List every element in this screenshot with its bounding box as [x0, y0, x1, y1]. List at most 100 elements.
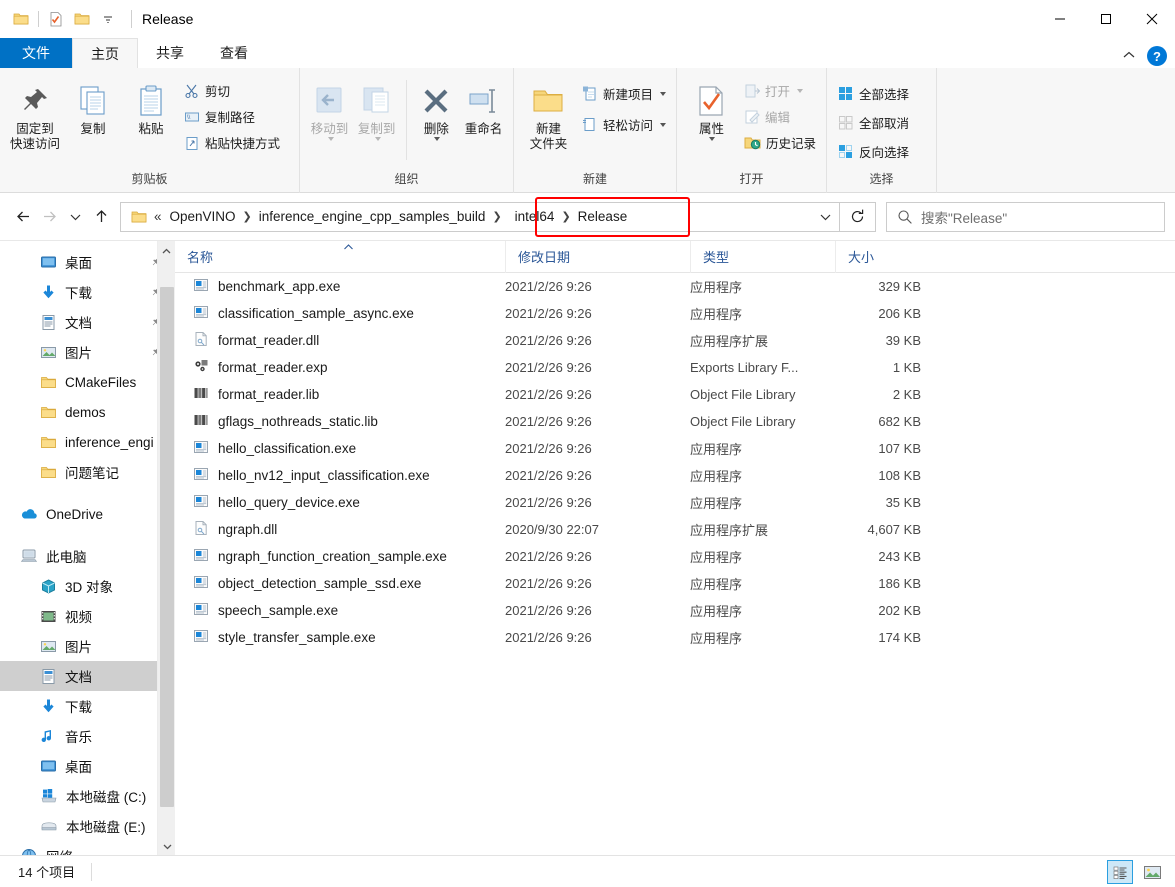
sidebar-item-downloads-pc[interactable]: 下载	[0, 691, 175, 721]
table-row[interactable]: hello_classification.exe 2021/2/26 9:26 应用…	[175, 435, 1175, 462]
sidebar-item-pictures[interactable]: 图片	[0, 337, 175, 367]
table-row[interactable]: hello_query_device.exe 2021/2/26 9:26 应用程序…	[175, 489, 1175, 516]
customize-dropdown-icon[interactable]	[95, 6, 121, 32]
copy-button[interactable]: 复制	[64, 72, 122, 137]
table-row[interactable]: format_reader.exp 2021/2/26 9:26 Exports L…	[175, 354, 1175, 381]
breadcrumb-item-samples-build[interactable]: inference_engine_cpp_samples_build	[255, 209, 490, 224]
file-name-cell[interactable]: benchmark_app.exe	[175, 277, 505, 296]
scrollbar-thumb[interactable]	[160, 287, 174, 807]
sidebar-item-desktop-pc[interactable]: 桌面	[0, 751, 175, 781]
file-name-cell[interactable]: format_reader.lib	[175, 385, 505, 404]
file-name-cell[interactable]: hello_query_device.exe	[175, 493, 505, 512]
recent-locations-button[interactable]	[62, 202, 88, 232]
folder-icon[interactable]	[8, 6, 34, 32]
search-input[interactable]: 搜索"Release"	[921, 207, 1007, 227]
properties-icon[interactable]	[43, 6, 69, 32]
table-row[interactable]: format_reader.lib 2021/2/26 9:26 Object Fi…	[175, 381, 1175, 408]
properties-dropdown-icon[interactable]	[709, 137, 716, 141]
open-button[interactable]: 打开	[740, 79, 820, 102]
sidebar-item-demos[interactable]: demos	[0, 397, 175, 427]
tab-file[interactable]: 文件	[0, 38, 72, 68]
delete-dropdown-icon[interactable]	[434, 137, 441, 141]
breadcrumb-bar[interactable]: « OpenVINO ❯ inference_engine_cpp_sample…	[120, 196, 840, 237]
select-all-button[interactable]: 全部选择	[833, 82, 913, 105]
column-header-name[interactable]: 名称	[175, 241, 505, 273]
sidebar-item-cmakefiles[interactable]: CMakeFiles	[0, 367, 175, 397]
new-item-dropdown-icon[interactable]	[660, 91, 666, 96]
file-name-cell[interactable]: ngraph_function_creation_sample.exe	[175, 547, 505, 566]
new-folder-button[interactable]: 新建 文件夹	[520, 72, 577, 152]
sidebar-item-local-disk-e[interactable]: 本地磁盘 (E:)	[0, 811, 175, 841]
sidebar-item-pictures-pc[interactable]: 图片	[0, 631, 175, 661]
maximize-button[interactable]	[1083, 0, 1129, 38]
cut-button[interactable]: 剪切	[180, 79, 284, 102]
copy-path-button[interactable]: \\ 复制路径	[180, 105, 284, 128]
history-button[interactable]: 历史记录	[740, 131, 820, 154]
navigation-scrollbar[interactable]	[157, 241, 175, 855]
table-row[interactable]: benchmark_app.exe 2021/2/26 9:26 应用程序 329 K…	[175, 273, 1175, 300]
paste-shortcut-button[interactable]: 粘贴快捷方式	[180, 131, 284, 154]
move-to-dropdown-icon[interactable]	[327, 137, 334, 141]
move-to-button[interactable]: 移动到	[306, 72, 353, 141]
sidebar-item-3d-objects[interactable]: 3D 对象	[0, 571, 175, 601]
sidebar-item-onedrive[interactable]: OneDrive	[0, 499, 175, 529]
collapse-ribbon-icon[interactable]	[1121, 47, 1137, 66]
sidebar-item-desktop[interactable]: 桌面	[0, 247, 175, 277]
column-header-type[interactable]: 类型	[690, 240, 835, 273]
scroll-down-icon[interactable]	[158, 836, 175, 855]
table-row[interactable]: classification_sample_async.exe 2021/2/26…	[175, 300, 1175, 327]
breadcrumb-overflow[interactable]: «	[147, 209, 166, 224]
file-name-cell[interactable]: format_reader.exp	[175, 358, 505, 377]
open-dropdown-icon[interactable]	[797, 88, 803, 93]
column-header-size[interactable]: 大小	[835, 240, 935, 273]
copy-to-dropdown-icon[interactable]	[374, 137, 381, 141]
forward-button[interactable]	[36, 202, 62, 232]
edit-button[interactable]: 编辑	[740, 105, 820, 128]
refresh-button[interactable]	[840, 201, 876, 232]
table-row[interactable]: style_transfer_sample.exe 2021/2/26 9:26 应…	[175, 624, 1175, 651]
file-name-cell[interactable]: speech_sample.exe	[175, 601, 505, 620]
file-name-cell[interactable]: hello_classification.exe	[175, 439, 505, 458]
table-row[interactable]: speech_sample.exe 2021/2/26 9:26 应用程序 202 K…	[175, 597, 1175, 624]
new-item-button[interactable]: 新建项目	[577, 82, 670, 105]
scroll-up-icon[interactable]	[158, 241, 175, 261]
breadcrumb-item-openvino[interactable]: OpenVINO	[166, 209, 240, 224]
tab-home[interactable]: 主页	[72, 38, 138, 68]
breadcrumb-item-intel64[interactable]: intel64	[511, 209, 559, 224]
invert-selection-button[interactable]: 反向选择	[833, 140, 913, 163]
table-row[interactable]: hello_nv12_input_classification.exe 2021/…	[175, 462, 1175, 489]
sidebar-item-local-disk-c[interactable]: 本地磁盘 (C:)	[0, 781, 175, 811]
help-button[interactable]: ?	[1147, 46, 1167, 66]
pin-to-quick-access-button[interactable]: 固定到 快速访问	[6, 72, 64, 152]
tab-share[interactable]: 共享	[138, 38, 202, 68]
sidebar-item-network[interactable]: 网络	[0, 841, 175, 855]
rename-button[interactable]: 重命名	[460, 72, 507, 137]
easy-access-button[interactable]: 轻松访问	[577, 113, 670, 136]
paste-button[interactable]: 粘贴	[122, 72, 180, 137]
tab-view[interactable]: 查看	[202, 38, 266, 68]
sidebar-item-music[interactable]: 音乐	[0, 721, 175, 751]
easy-access-dropdown-icon[interactable]	[660, 122, 666, 127]
sidebar-item-inference-engine[interactable]: inference_engi	[0, 427, 175, 457]
sidebar-item-documents[interactable]: 文档	[0, 307, 175, 337]
column-header-date[interactable]: 修改日期	[505, 240, 690, 273]
minimize-button[interactable]	[1037, 0, 1083, 38]
table-row[interactable]: gflags_nothreads_static.lib 2021/2/26 9:2…	[175, 408, 1175, 435]
table-row[interactable]: ngraph_function_creation_sample.exe 2021/…	[175, 543, 1175, 570]
table-row[interactable]: format_reader.dll 2021/2/26 9:26 应用程序扩展 39 …	[175, 327, 1175, 354]
file-name-cell[interactable]: ngraph.dll	[175, 520, 505, 539]
details-view-button[interactable]	[1107, 860, 1133, 884]
sidebar-item-notes[interactable]: 问题笔记	[0, 457, 175, 487]
properties-button[interactable]: 属性	[683, 72, 740, 141]
back-button[interactable]	[10, 202, 36, 232]
new-folder-icon[interactable]	[69, 6, 95, 32]
search-box[interactable]: 搜索"Release"	[886, 201, 1165, 232]
sidebar-item-this-pc[interactable]: 此电脑	[0, 541, 175, 571]
sidebar-item-documents-pc[interactable]: 文档	[0, 661, 175, 691]
table-row[interactable]: object_detection_sample_ssd.exe 2021/2/26…	[175, 570, 1175, 597]
delete-button[interactable]: 删除	[413, 72, 460, 141]
up-button[interactable]	[88, 202, 114, 232]
copy-to-button[interactable]: 复制到	[353, 72, 400, 141]
file-name-cell[interactable]: object_detection_sample_ssd.exe	[175, 574, 505, 593]
breadcrumb-dropdown-button[interactable]	[811, 203, 839, 231]
